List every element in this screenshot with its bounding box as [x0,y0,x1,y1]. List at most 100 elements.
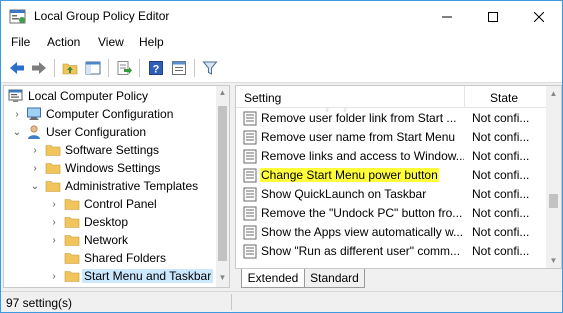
tab-extended[interactable]: Extended [241,269,305,288]
setting-state: Not confi... [472,187,530,201]
properties-icon [172,61,186,75]
tree-item-label: Computer Configuration [46,107,174,121]
tree-item-user-configuration[interactable]: ⌄ User Configuration [4,123,215,141]
column-divider[interactable] [464,86,465,108]
folder-icon [45,163,61,174]
expand-arrow-icon[interactable]: › [30,161,40,175]
tree-item-administrative-templates[interactable]: ⌄ Administrative Templates [4,177,215,195]
list-item[interactable]: Show the Apps view automatically w... No… [236,223,546,242]
close-button[interactable] [516,1,562,32]
setting-state: Not confi... [472,168,530,182]
computer-policy-icon [8,89,23,102]
scroll-down-icon[interactable]: ▼ [546,256,561,265]
settings-list-pane[interactable]: top-password.com Setting State Remove us… [235,85,562,269]
filter-icon [202,61,218,75]
setting-name-highlighted: Change Start Menu power button [260,168,439,182]
menu-view[interactable]: View [98,35,124,49]
folder-icon [64,235,80,246]
setting-state: Not confi... [472,130,530,144]
scroll-up-icon[interactable]: ▲ [216,88,229,100]
menu-help[interactable]: Help [139,35,164,49]
tree-pane[interactable]: Local Computer Policy › Computer Configu… [3,85,230,288]
status-bar: 97 setting(s) [1,291,562,312]
tree-item-label: Administrative Templates [65,179,199,193]
show-hide-tree-button[interactable] [83,58,103,78]
list-item[interactable]: Remove links and access to Window... Not… [236,147,546,166]
tree-item-label: Desktop [84,215,129,229]
list-header: Setting State [236,86,546,108]
tab-standard[interactable]: Standard [305,269,365,288]
list-item[interactable]: Show QuickLaunch on Taskbar Not confi... [236,185,546,204]
list-item[interactable]: Remove user name from Start Menu Not con… [236,128,546,147]
filter-button[interactable] [200,58,220,78]
properties-button[interactable] [169,58,189,78]
tree-item-shared-folders[interactable]: Shared Folders [4,249,215,267]
tree-item-control-panel[interactable]: › Control Panel [4,195,215,213]
forward-button[interactable] [29,58,49,78]
tree-item-label: Windows Settings [65,161,161,175]
tree-item-label: Control Panel [84,197,157,211]
scroll-up-icon[interactable]: ▲ [546,89,561,98]
setting-state: Not confi... [472,225,530,239]
toolbar-separator [194,59,195,77]
tree-item-local-computer-policy[interactable]: Local Computer Policy [4,87,215,105]
settings-count: 97 setting(s) [6,296,73,310]
setting-state: Not confi... [472,149,530,163]
expand-arrow-icon[interactable]: › [49,197,59,211]
policy-setting-icon [243,168,257,183]
export-list-icon [117,61,132,75]
setting-state: Not confi... [472,111,530,125]
list-item[interactable]: Remove user folder link from Start ... N… [236,109,546,128]
minimize-button[interactable] [424,1,470,32]
folder-icon [45,145,61,156]
collapse-arrow-icon[interactable]: ⌄ [12,125,22,139]
folder-icon [64,253,80,264]
svg-text:?: ? [153,64,160,76]
computer-icon [27,107,41,120]
tree-item-computer-configuration[interactable]: › Computer Configuration [4,105,215,123]
list-item[interactable]: Show "Run as different user" comm... Not… [236,242,546,261]
maximize-button[interactable] [470,1,516,32]
menu-file[interactable]: File [11,35,30,49]
user-icon [28,125,40,139]
expand-arrow-icon[interactable]: › [49,233,59,247]
tree-item-desktop[interactable]: › Desktop [4,213,215,231]
tree-item-windows-settings[interactable]: › Windows Settings [4,159,215,177]
column-header-state[interactable]: State [490,91,518,105]
tree-scrollbar[interactable]: ▲ ▼ [216,86,229,287]
list-item[interactable]: Remove the "Undock PC" button fro... Not… [236,204,546,223]
list-scrollbar[interactable]: ▲ ▼ [546,86,561,268]
folder-icon [64,271,80,282]
up-folder-button[interactable] [60,58,80,78]
column-header-setting[interactable]: Setting [244,91,281,105]
toolbar-separator [139,59,140,77]
export-list-button[interactable] [114,58,134,78]
folder-icon [45,181,61,192]
tree-item-network[interactable]: › Network [4,231,215,249]
policy-setting-icon [243,149,257,164]
up-folder-icon [62,63,78,75]
setting-name: Show the Apps view automatically w... [261,225,464,239]
group-policy-app-icon [9,9,26,24]
expand-arrow-icon[interactable]: › [12,107,22,121]
expand-arrow-icon[interactable]: › [30,143,40,157]
tree-item-label: User Configuration [46,125,147,139]
collapse-arrow-icon[interactable]: ⌄ [30,179,40,193]
back-icon [10,62,24,74]
expand-arrow-icon[interactable]: › [49,269,59,283]
list-item-change-start-menu-power-button[interactable]: Change Start Menu power button Not confi… [236,166,546,185]
show-hide-tree-icon [85,61,101,75]
title-bar[interactable]: Local Group Policy Editor [1,1,562,32]
scrollbar-thumb[interactable] [218,106,227,261]
tree-item-start-menu-and-taskbar[interactable]: › Start Menu and Taskbar [4,267,215,285]
back-button[interactable] [7,58,27,78]
help-button[interactable]: ? [146,58,166,78]
window-title: Local Group Policy Editor [34,9,170,23]
tree-item-label: Software Settings [65,143,160,157]
scroll-down-icon[interactable]: ▼ [216,273,229,285]
maximize-icon [488,11,498,22]
expand-arrow-icon[interactable]: › [49,215,59,229]
tree-item-software-settings[interactable]: › Software Settings [4,141,215,159]
scrollbar-thumb[interactable] [549,194,558,208]
menu-action[interactable]: Action [47,35,80,49]
